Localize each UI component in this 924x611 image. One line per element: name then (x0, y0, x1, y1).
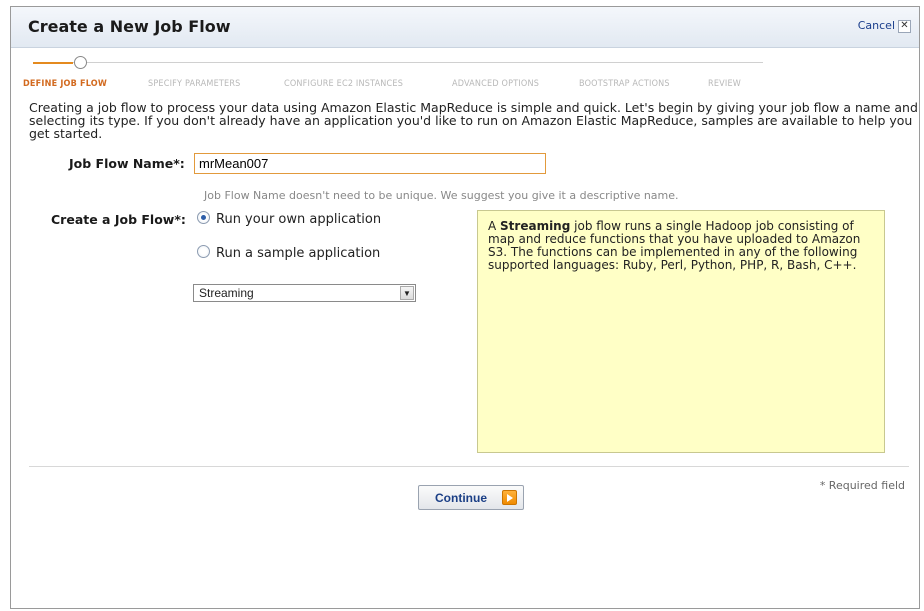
continue-button[interactable]: Continue (418, 485, 524, 510)
job-type-selected-value[interactable]: Streaming (199, 286, 254, 300)
close-icon[interactable]: ✕ (898, 19, 911, 33)
job-type-info-box: A Streaming job flow runs a single Hadoo… (477, 210, 885, 453)
radio-run-sample-application[interactable]: Run a sample application (197, 245, 380, 261)
intro-text: Creating a job flow to process your data… (29, 100, 918, 141)
info-prefix: A (488, 219, 501, 233)
cancel-button[interactable]: Cancel ✕ (858, 19, 911, 33)
step-define-job-flow: DEFINE JOB FLOW (23, 79, 107, 89)
job-type-select[interactable]: Streaming ▼ (193, 284, 416, 302)
current-step-marker-icon (74, 56, 87, 69)
dialog-title: Create a New Job Flow (28, 17, 231, 36)
dialog-header: Create a New Job Flow Cancel ✕ (11, 7, 919, 48)
job-flow-name-hint: Job Flow Name doesn't need to be unique.… (204, 189, 679, 202)
job-flow-name-input[interactable] (194, 153, 546, 174)
wizard-progress-active (33, 62, 73, 64)
radio-unchecked-icon[interactable] (197, 245, 210, 258)
info-bold-term: Streaming (500, 219, 571, 233)
job-flow-name-label: Job Flow Name*: (69, 156, 185, 171)
create-job-flow-label: Create a Job Flow*: (51, 212, 186, 227)
footer-divider (29, 466, 909, 467)
step-specify-parameters: SPECIFY PARAMETERS (148, 79, 241, 89)
cancel-label[interactable]: Cancel (858, 19, 895, 32)
radio-own-label[interactable]: Run your own application (216, 212, 381, 227)
arrow-right-icon[interactable] (502, 490, 517, 505)
step-bootstrap-actions: BOOTSTRAP ACTIONS (579, 79, 670, 89)
step-configure-ec2-instances: CONFIGURE EC2 INSTANCES (284, 79, 404, 89)
create-job-flow-dialog: Create a New Job Flow Cancel ✕ DEFINE JOB… (10, 6, 920, 609)
required-field-note: * Required field (819, 479, 905, 492)
chevron-down-icon[interactable]: ▼ (400, 286, 414, 300)
step-advanced-options: ADVANCED OPTIONS (452, 79, 540, 89)
continue-label[interactable]: Continue (435, 491, 487, 505)
radio-sample-label[interactable]: Run a sample application (216, 246, 380, 261)
step-review: REVIEW (708, 79, 741, 89)
wizard-progress-track (33, 62, 763, 63)
radio-run-own-application[interactable]: Run your own application (197, 211, 381, 227)
radio-checked-icon[interactable] (197, 211, 210, 224)
